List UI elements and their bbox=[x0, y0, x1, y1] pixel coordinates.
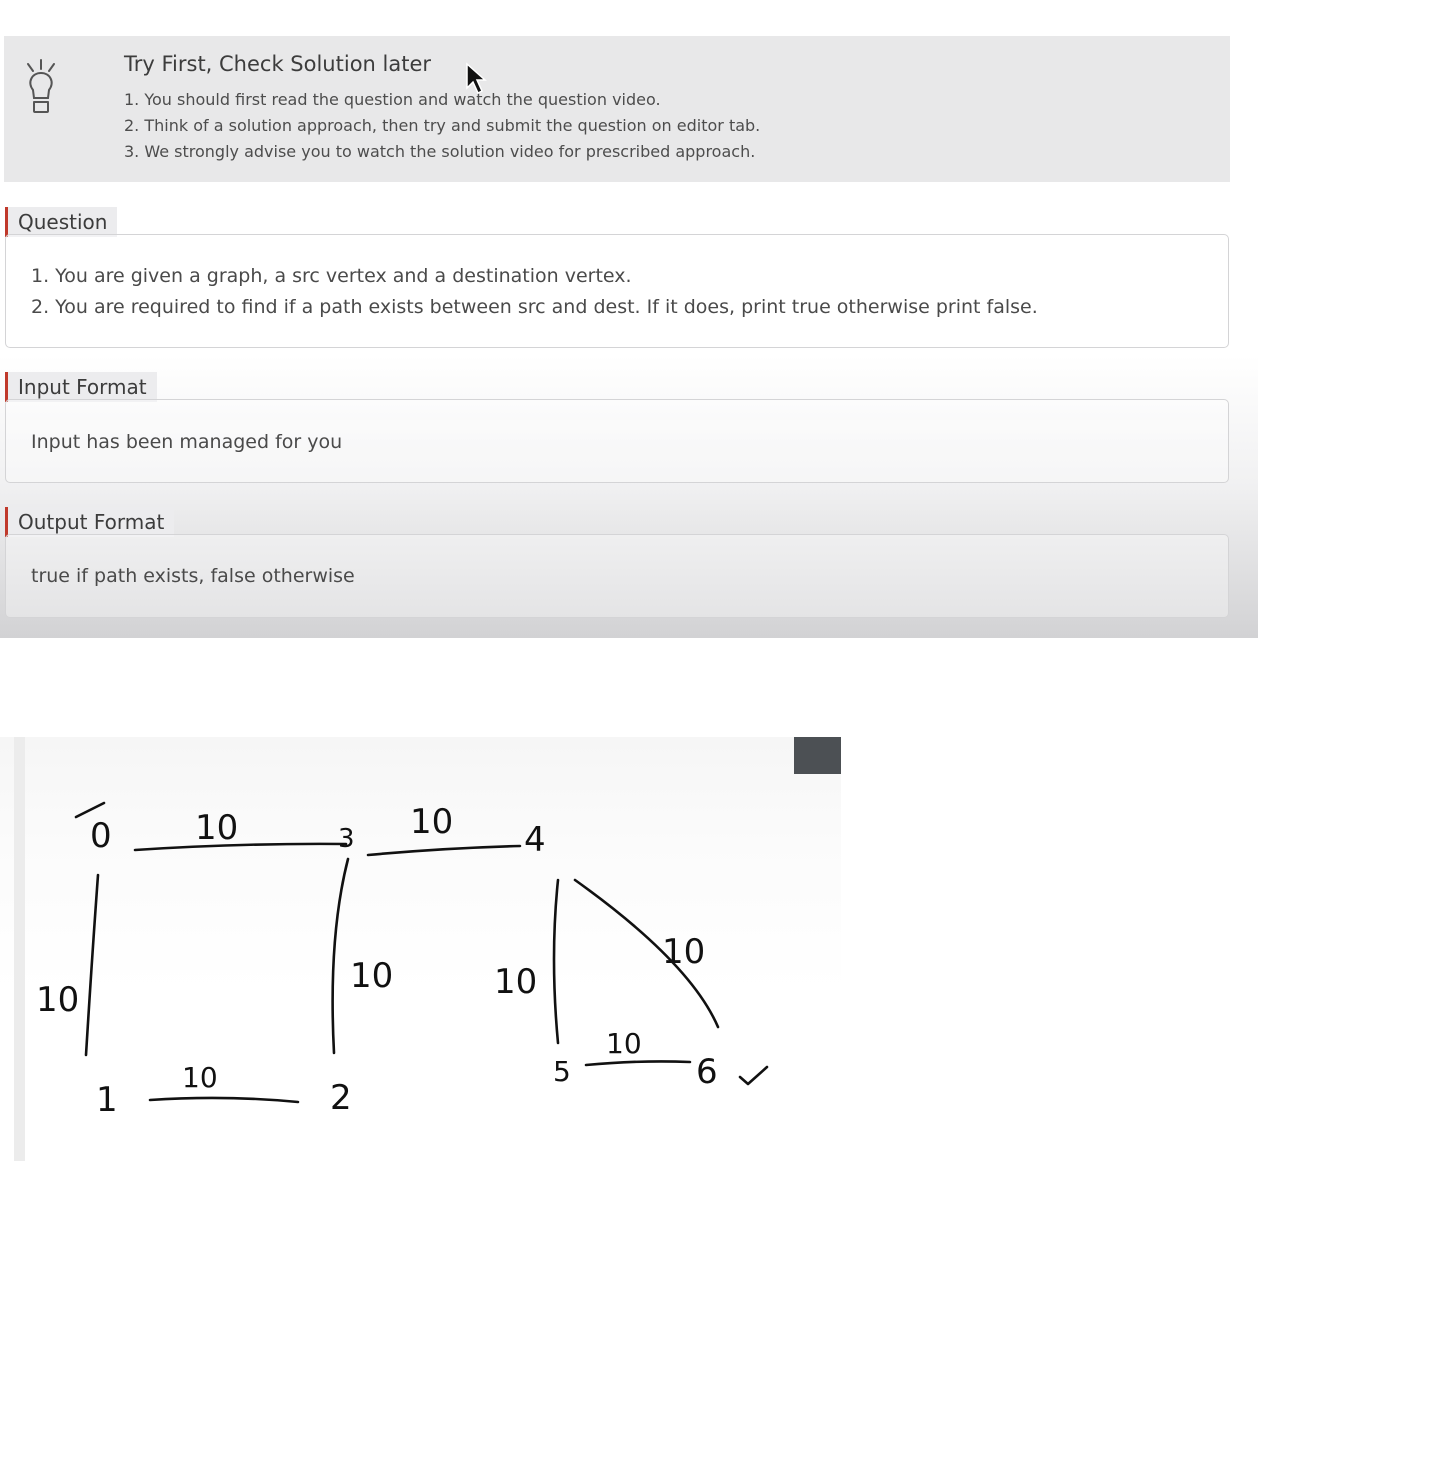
input-format-text: Input has been managed for you bbox=[31, 431, 343, 453]
vertex-label: 3 bbox=[338, 824, 355, 854]
tip-panel: Try First, Check Solution later 1. You s… bbox=[4, 36, 1230, 182]
input-format-box: Input has been managed for you bbox=[5, 399, 1229, 483]
output-format-tag: Output Format bbox=[5, 507, 175, 537]
tip-item: 3. We strongly advise you to watch the s… bbox=[124, 142, 756, 161]
edge-0-3 bbox=[133, 842, 348, 852]
edge-weight-label: 10 bbox=[182, 1061, 218, 1094]
check-mark-icon bbox=[738, 1065, 769, 1086]
edge-4-5 bbox=[552, 878, 560, 1045]
edge-weight-label: 10 bbox=[36, 980, 79, 1020]
tip-item: 1. You should first read the question an… bbox=[124, 90, 661, 109]
question-line: 2. You are required to find if a path ex… bbox=[31, 296, 1038, 318]
edge-3-2 bbox=[331, 857, 350, 1055]
vertex-label: 2 bbox=[330, 1078, 352, 1118]
tip-item: 2. Think of a solution approach, then tr… bbox=[124, 116, 761, 135]
edge-5-6 bbox=[584, 1060, 692, 1067]
edge-weight-label: 10 bbox=[350, 956, 393, 996]
vertex-label: 5 bbox=[553, 1055, 571, 1088]
output-format-text: true if path exists, false otherwise bbox=[31, 565, 355, 587]
question-line: 1. You are given a graph, a src vertex a… bbox=[31, 265, 632, 287]
vertex-label: 1 bbox=[96, 1080, 118, 1120]
question-box: 1. You are given a graph, a src vertex a… bbox=[5, 234, 1229, 348]
mouse-pointer-icon bbox=[466, 62, 487, 95]
vertex-label: 0 bbox=[90, 816, 112, 856]
edge-3-4 bbox=[366, 844, 522, 857]
vertex-label: 6 bbox=[696, 1052, 718, 1092]
edge-weight-label: 10 bbox=[606, 1027, 642, 1060]
edge-weight-label: 10 bbox=[494, 962, 537, 1002]
edge-0-1 bbox=[84, 873, 100, 1057]
tip-title: Try First, Check Solution later bbox=[124, 52, 432, 76]
tip-list: 1. You should first read the question an… bbox=[124, 88, 760, 166]
question-tag: Question bbox=[5, 207, 118, 237]
output-format-box: true if path exists, false otherwise bbox=[5, 534, 1229, 618]
input-format-tag: Input Format bbox=[5, 372, 157, 402]
whiteboard: 0 1 2 3 4 5 6 10 10 10 10 10 10 10 10 bbox=[0, 737, 841, 1161]
edge-weight-label: 10 bbox=[410, 802, 453, 842]
edge-weight-label: 10 bbox=[662, 932, 705, 972]
lightbulb-icon bbox=[27, 59, 55, 113]
graph-drawing: 0 1 2 3 4 5 6 10 10 10 10 10 10 10 10 bbox=[36, 801, 769, 1120]
edge-weight-label: 10 bbox=[195, 808, 238, 848]
vertex-label: 4 bbox=[524, 820, 546, 860]
edge-1-2 bbox=[148, 1096, 300, 1104]
vertex-0-tick bbox=[74, 801, 106, 819]
